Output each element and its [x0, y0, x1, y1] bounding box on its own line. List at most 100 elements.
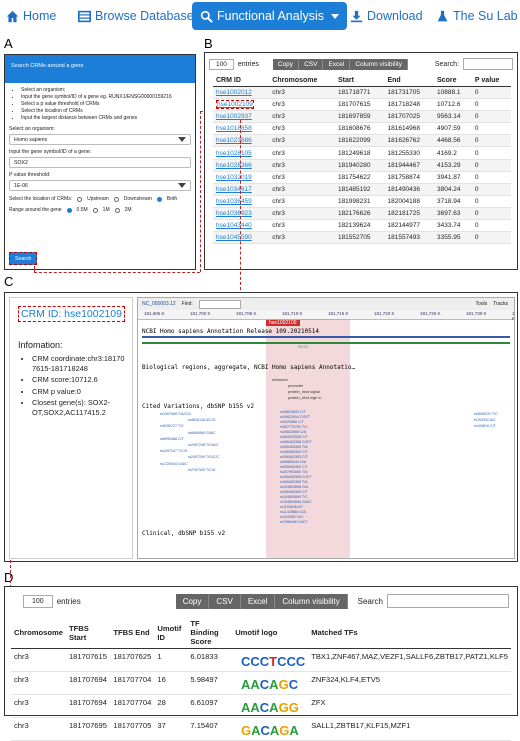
- column-header: TF Binding Score: [187, 617, 233, 649]
- excel-button[interactable]: Excel: [323, 58, 351, 70]
- crm-id-link[interactable]: hse1023686: [216, 137, 252, 144]
- motif-logo-image: CCCTCCC: [241, 654, 305, 668]
- crm-id-link[interactable]: hse1028105: [216, 150, 252, 157]
- crm-id-cell: hse1034617: [213, 183, 270, 196]
- tools-button[interactable]: Tools: [475, 301, 487, 307]
- range-radio-0-5m[interactable]: [66, 207, 72, 213]
- range-option: 2M: [124, 207, 132, 213]
- crm-id-link[interactable]: hse1034617: [216, 186, 252, 193]
- table-cell: 4153.29: [434, 159, 472, 172]
- motif-logo-cell: GACAGA: [232, 717, 309, 741]
- table-cell: 0: [471, 231, 511, 245]
- nav-lab-label: The Su Lab: [453, 9, 518, 23]
- location-radio-downstream[interactable]: [113, 196, 119, 202]
- ruler-tick: 181,705 K: [236, 311, 257, 316]
- crm-id-link[interactable]: hse1028366: [216, 162, 252, 169]
- motif-logo-image: AACAGC: [241, 677, 299, 691]
- crm-id-link[interactable]: hse1002109: [216, 100, 254, 110]
- table-cell: 181707625: [110, 648, 155, 672]
- table-cell: 0: [471, 195, 511, 208]
- genome-line: [142, 336, 510, 338]
- gene-input[interactable]: SOX2: [9, 157, 191, 168]
- csv-button[interactable]: CSV: [299, 58, 324, 70]
- crm-id-link[interactable]: hse1002937: [216, 113, 252, 120]
- crm-id-link[interactable]: hse1036923: [216, 210, 252, 217]
- column-header: End: [384, 75, 435, 87]
- csv-button[interactable]: CSV: [209, 593, 241, 609]
- find-input[interactable]: [198, 299, 241, 309]
- info-list: CRM coordinate:chr3:18170 7615-181718248…: [10, 354, 132, 417]
- location-radio-both[interactable]: [156, 196, 162, 202]
- ruler-tick: 181,700 K: [190, 311, 211, 316]
- table-cell: chr3: [269, 122, 335, 136]
- table-cell: 181697859: [334, 110, 385, 124]
- search-input[interactable]: [387, 594, 509, 608]
- variant-label: rs587776751 T/C: [280, 425, 308, 429]
- arrow-connector: [34, 272, 200, 273]
- variant-label: rs384093908 C/T: [280, 435, 308, 439]
- table-cell: 6.01833: [187, 648, 233, 672]
- search-label: Search:: [434, 60, 459, 68]
- tracks-button[interactable]: Tracks: [493, 301, 508, 307]
- excel-button[interactable]: Excel: [240, 593, 276, 609]
- location-radio-upstream[interactable]: [77, 196, 83, 202]
- table-cell: 0: [471, 110, 511, 124]
- table-cell: 182139624: [334, 219, 385, 233]
- crm-id-link[interactable]: hse1045590: [216, 234, 252, 241]
- genome-viewer[interactable]: NC_000003.12 Find: Tools Tracks 181,695 …: [137, 297, 515, 559]
- table-cell: 181998231: [334, 195, 385, 208]
- table-cell: 3718.94: [434, 195, 472, 208]
- entries-select[interactable]: 100: [23, 594, 53, 608]
- table-cell: 9563.14: [434, 110, 472, 124]
- crm-id-cell: hse1036923: [213, 207, 270, 221]
- range-radio-2m[interactable]: [114, 207, 120, 213]
- copy-button[interactable]: Copy: [175, 593, 210, 609]
- ruler-tick: 181,725 K: [420, 311, 441, 316]
- search-input[interactable]: [463, 58, 513, 70]
- crm-info-box: CRM ID: hse1002109 Infomation: CRM coord…: [9, 297, 133, 559]
- table-cell: 181707705: [110, 717, 155, 741]
- table-row: hse1028366 chr3 181940280 181944467 4153.29 0: [213, 159, 511, 172]
- table-row: hse1028105 chr3 181249618 181255330 4169.2 0: [213, 146, 511, 160]
- ruler-tick: 181,720 K: [374, 311, 395, 316]
- crm-id-link[interactable]: hse1043440: [216, 222, 252, 229]
- crm-id-cell: hse1032019: [213, 171, 270, 184]
- nav-download[interactable]: Download: [350, 2, 423, 30]
- home-icon: [6, 10, 19, 22]
- table-cell: 181707615: [334, 98, 385, 112]
- crm-id-cell: hse1028366: [213, 159, 270, 172]
- nav-lab[interactable]: The Su Lab: [436, 2, 518, 30]
- regulatory-feature: promoter: [288, 384, 304, 388]
- table-row: hse1034617 chr3 181485192 181490436 3804.24 0: [213, 183, 511, 196]
- entries-select[interactable]: 100: [209, 58, 234, 70]
- ruler-tick: 181,730 K: [466, 311, 487, 316]
- variant-label: rs1720044 G/A/C: [160, 461, 188, 466]
- organism-select[interactable]: Homo sapiens: [9, 134, 191, 145]
- nav-browse[interactable]: Browse Database: [78, 2, 194, 30]
- crm-detail-panel: CRM ID: hse1002109 Infomation: CRM coord…: [4, 292, 518, 562]
- table-cell: 181718248: [384, 98, 435, 112]
- table-cell: chr3: [269, 183, 335, 196]
- panel-label-c: C: [4, 274, 14, 289]
- column-visibility-button[interactable]: Column visibility: [350, 58, 408, 70]
- crm-id-link[interactable]: hse1036459: [216, 198, 252, 205]
- nav-functional-label: Functional Analysis: [217, 9, 325, 23]
- pvalue-select[interactable]: 1E-06: [9, 180, 191, 191]
- table-row: chr3 181707695 181707705 37 7.15407 GACAGA SAL…: [11, 717, 511, 741]
- crm-id-link[interactable]: hse1018858: [216, 125, 252, 132]
- search-button[interactable]: Search: [9, 252, 38, 265]
- column-visibility-button[interactable]: Column visibility: [275, 593, 348, 609]
- nav-functional-analysis[interactable]: Functional Analysis: [192, 2, 348, 30]
- form-header: Search CRMs around a gene: [5, 55, 195, 83]
- nav-home[interactable]: Home: [6, 2, 56, 30]
- table-row: hse1018858 chr3 181608676 181614968 4907.59 0: [213, 122, 511, 136]
- crm-id-link[interactable]: hse1002012: [216, 89, 252, 96]
- range-radio-1m[interactable]: [92, 207, 98, 213]
- table-cell: chr3: [269, 98, 335, 112]
- copy-button[interactable]: Copy: [272, 58, 300, 70]
- regulatory-track-title: Biological regions, aggregate, NCBI Homo…: [142, 364, 356, 371]
- regulatory-feature: protein_bind signal: [288, 390, 320, 394]
- crm-id-link[interactable]: hse1032019: [216, 174, 252, 181]
- variant-label: rs1043657 A/C: [280, 515, 304, 519]
- info-item: Closest gene(s): SOX2-OT,SOX2,AC117415.2: [32, 398, 132, 417]
